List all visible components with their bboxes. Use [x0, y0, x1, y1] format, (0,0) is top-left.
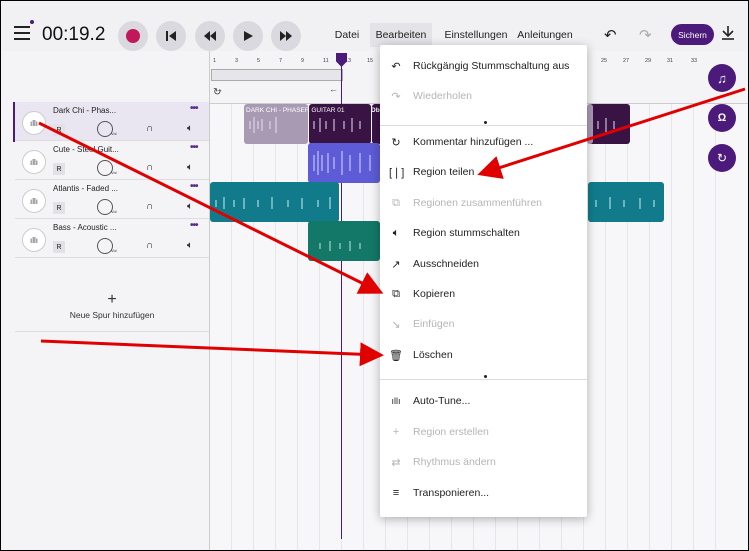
arrow-to-split [477, 87, 746, 179]
annotation-arrows [38, 87, 746, 367]
app-window: 00:19.2 Datei Bearbeiten Einstellungen A… [0, 0, 749, 551]
arrow-to-copy [38, 121, 384, 294]
arrow-to-delete [40, 339, 384, 367]
